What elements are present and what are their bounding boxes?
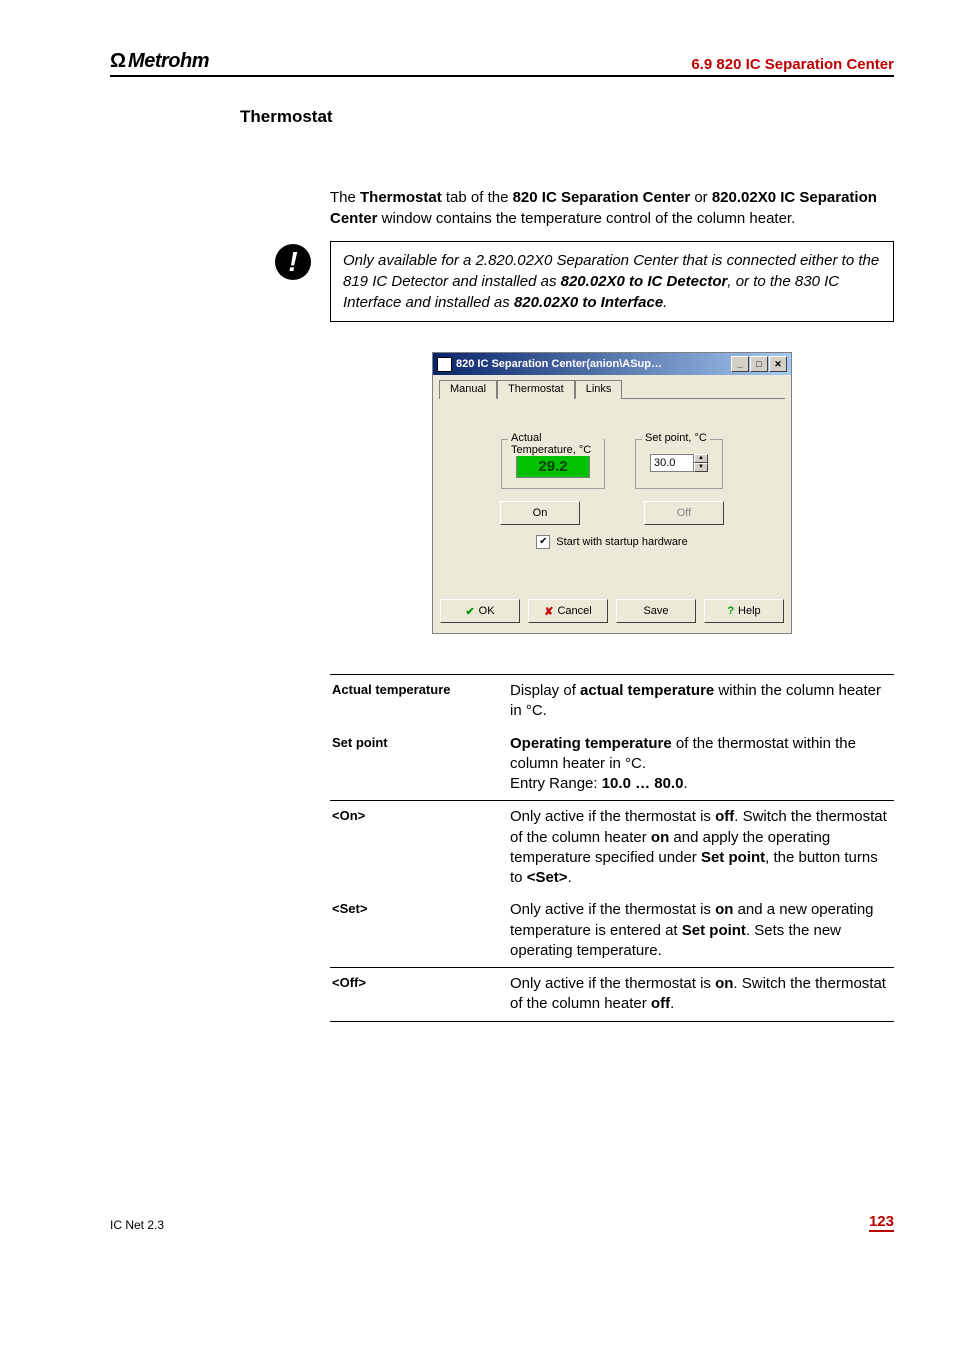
term-actual-temperature: Actual temperature	[330, 675, 508, 728]
text-bold: off	[651, 995, 670, 1012]
text: window contains the temperature control …	[378, 210, 796, 227]
definition: Only active if the thermostat is on and …	[508, 894, 894, 967]
dialog-title: 820 IC Separation Center(anion\ASup…	[456, 358, 662, 370]
section-title: Thermostat	[240, 107, 894, 127]
check-icon: ✔	[465, 605, 474, 618]
definition: Only active if the thermostat is off. Sw…	[508, 801, 894, 895]
start-hardware-checkbox[interactable]: ✔	[536, 535, 550, 549]
tab-strip: Manual Thermostat Links	[439, 379, 785, 399]
dialog-titlebar[interactable]: 820 IC Separation Center(anion\ASup… _ □…	[433, 353, 791, 375]
tab-manual[interactable]: Manual	[439, 380, 497, 399]
text: Only active if the thermostat is	[510, 808, 715, 825]
text: Entry Range:	[510, 775, 602, 792]
text-bold: <Set>	[527, 869, 568, 886]
text: The	[330, 189, 360, 206]
app-icon	[437, 357, 452, 372]
start-hardware-label: Start with startup hardware	[556, 536, 687, 548]
logo-text: Metrohm	[128, 50, 209, 73]
note-bold: 820.02X0 to Interface	[514, 294, 663, 311]
button-label: Cancel	[557, 605, 591, 617]
text: Only active if the thermostat is	[510, 975, 715, 992]
term-on: <On>	[330, 801, 508, 895]
question-icon: ?	[727, 605, 734, 617]
tab-links[interactable]: Links	[575, 380, 623, 399]
page-header: Ω Metrohm 6.9 820 IC Separation Center	[110, 50, 894, 77]
intro-paragraph: The Thermostat tab of the 820 IC Separat…	[330, 187, 894, 229]
group-label: Set point, °C	[642, 432, 710, 444]
button-label: Help	[738, 605, 761, 617]
button-label: Save	[643, 605, 668, 617]
term-set: <Set>	[330, 894, 508, 967]
text: Only active if the thermostat is	[510, 901, 715, 918]
text-bold: on	[715, 975, 733, 992]
term-off: <Off>	[330, 968, 508, 1022]
logo-omega-icon: Ω	[110, 50, 126, 73]
table-row: <Off> Only active if the thermostat is o…	[330, 968, 894, 1022]
close-button[interactable]: ✕	[769, 356, 787, 372]
text-bold: off	[715, 808, 734, 825]
text-bold: on	[715, 901, 733, 918]
definition: Display of actual temperature within the…	[508, 675, 894, 728]
footer-product: IC Net 2.3	[110, 1218, 164, 1232]
text-bold: Set point	[701, 849, 765, 866]
definition: Only active if the thermostat is on. Swi…	[508, 968, 894, 1022]
text-bold: on	[651, 829, 669, 846]
text: tab of the	[442, 189, 513, 206]
text-bold: actual temperature	[580, 682, 714, 699]
table-row: Actual temperature Display of actual tem…	[330, 675, 894, 728]
text: .	[568, 869, 572, 886]
page-footer: IC Net 2.3 123	[110, 1213, 894, 1232]
ok-button[interactable]: ✔ OK	[440, 599, 520, 623]
logo: Ω Metrohm	[110, 50, 209, 73]
cancel-button[interactable]: ✘ Cancel	[528, 599, 608, 623]
minimize-button[interactable]: _	[731, 356, 749, 372]
text: or	[690, 189, 712, 206]
note-bold: 820.02X0 to IC Detector	[561, 273, 728, 290]
table-row: <On> Only active if the thermostat is of…	[330, 801, 894, 895]
definition: Operating temperature of the thermostat …	[508, 728, 894, 801]
dialog-window: 820 IC Separation Center(anion\ASup… _ □…	[432, 352, 792, 634]
exclamation-icon: !	[275, 244, 311, 280]
spin-down-icon[interactable]: ▼	[694, 463, 708, 472]
help-button[interactable]: ? Help	[704, 599, 784, 623]
text-bold: 820 IC Separation Center	[513, 189, 691, 206]
text-bold: Thermostat	[360, 189, 442, 206]
off-button[interactable]: Off	[644, 501, 724, 525]
save-button[interactable]: Save	[616, 599, 696, 623]
text: .	[683, 775, 687, 792]
footer-page-number: 123	[869, 1213, 894, 1232]
header-section-title: 6.9 820 IC Separation Center	[691, 56, 894, 73]
text: .	[670, 995, 674, 1012]
actual-temperature-group: Actual Temperature, °C 29.2	[501, 439, 605, 489]
text-bold: 10.0 … 80.0	[602, 775, 684, 792]
term-set-point: Set point	[330, 728, 508, 801]
text-bold: Operating temperature	[510, 735, 672, 752]
note-text: .	[663, 294, 667, 311]
table-row: <Set> Only active if the thermostat is o…	[330, 894, 894, 967]
note-box: ! Only available for a 2.820.02X0 Separa…	[330, 241, 894, 322]
text-bold: Set point	[682, 922, 746, 939]
spin-up-icon[interactable]: ▲	[694, 454, 708, 463]
setpoint-group: Set point, °C ▲ ▼	[635, 439, 723, 489]
text: Display of	[510, 682, 580, 699]
group-label: Actual Temperature, °C	[508, 432, 604, 456]
definitions-table: Actual temperature Display of actual tem…	[330, 674, 894, 1022]
tab-thermostat[interactable]: Thermostat	[497, 380, 575, 399]
table-row: Set point Operating temperature of the t…	[330, 728, 894, 801]
button-label: OK	[479, 605, 495, 617]
x-icon: ✘	[544, 605, 553, 618]
setpoint-spinner[interactable]: ▲ ▼	[694, 454, 708, 472]
actual-temperature-display: 29.2	[516, 454, 590, 478]
on-button[interactable]: On	[500, 501, 580, 525]
maximize-button[interactable]: □	[750, 356, 768, 372]
setpoint-input[interactable]	[650, 454, 694, 472]
